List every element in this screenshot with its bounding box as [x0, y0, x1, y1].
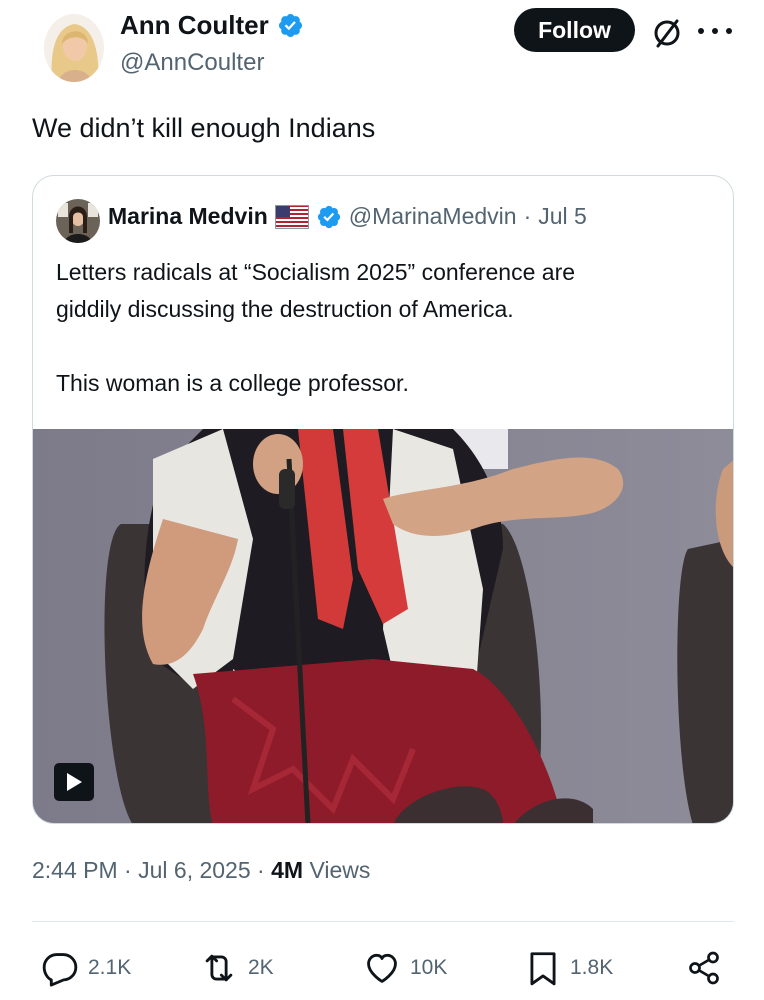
post-time[interactable]: 2:44 PM [32, 857, 118, 883]
quoted-author-name[interactable]: Marina Medvin [108, 203, 268, 230]
quoted-post[interactable]: Marina Medvin @MarinaMedvin · Jul 5 Lett… [32, 175, 734, 824]
post-date[interactable]: Jul 6, 2025 [138, 857, 251, 883]
views-label: Views [309, 857, 371, 883]
action-bar: 2.1K 2K 10K 1.8K [0, 946, 764, 990]
reply-count: 2.1K [88, 956, 132, 979]
verified-badge-icon [317, 205, 340, 228]
video-frame [33, 429, 733, 823]
like-icon [367, 953, 397, 983]
quoted-video[interactable] [33, 429, 733, 823]
quoted-header: Marina Medvin @MarinaMedvin · Jul 5 [108, 203, 587, 230]
grok-icon[interactable] [650, 16, 684, 50]
more-icon[interactable] [698, 18, 732, 44]
like-button[interactable]: 10K [362, 946, 447, 990]
bookmark-count: 1.8K [570, 956, 614, 979]
quoted-text: Letters radicals at “Socialism 2025” con… [56, 254, 575, 402]
divider [32, 921, 734, 922]
author-name-text[interactable]: Ann Coulter [120, 10, 269, 41]
bookmark-icon [530, 952, 556, 986]
play-icon [67, 773, 82, 791]
author-avatar[interactable] [44, 14, 104, 82]
share-button[interactable] [686, 946, 722, 990]
quoted-text-line: Letters radicals at “Socialism 2025” con… [56, 259, 576, 285]
quoted-author-handle[interactable]: @MarinaMedvin [349, 203, 517, 230]
post-text: We didn’t kill enough Indians [32, 113, 376, 143]
share-icon [689, 951, 719, 985]
timestamp-separator: · [124, 857, 132, 883]
post-timestamp: 2:44 PM · Jul 6, 2025 · 4M Views [32, 857, 370, 884]
quoted-date[interactable]: Jul 5 [538, 203, 587, 230]
repost-count: 2K [248, 956, 274, 979]
reply-button[interactable]: 2.1K [40, 946, 131, 990]
quoted-text-line: This woman is a college professor. [56, 370, 409, 396]
like-count: 10K [410, 956, 448, 979]
quoted-text-line: giddily discussing the destruction of Am… [56, 296, 514, 322]
follow-button[interactable]: Follow [514, 8, 635, 52]
quoted-author-avatar[interactable] [56, 199, 100, 243]
views-separator: · [257, 857, 265, 883]
author-handle[interactable]: @AnnCoulter [120, 49, 264, 77]
us-flag-icon [274, 204, 309, 229]
reply-icon [42, 953, 78, 987]
play-button[interactable] [54, 763, 94, 801]
quoted-separator: · [523, 203, 532, 229]
views-count[interactable]: 4M [271, 857, 303, 883]
author-name[interactable]: Ann Coulter [120, 10, 304, 41]
repost-button[interactable]: 2K [198, 946, 274, 990]
bookmark-button[interactable]: 1.8K [524, 946, 613, 990]
verified-badge-icon [278, 13, 302, 38]
repost-icon [205, 954, 233, 982]
